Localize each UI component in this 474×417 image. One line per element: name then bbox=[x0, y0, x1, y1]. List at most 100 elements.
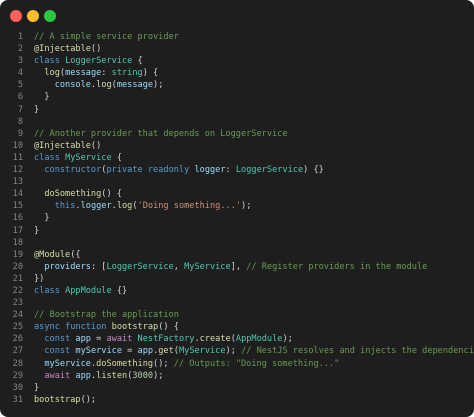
code-line: 14 doSomething() { bbox=[0, 188, 474, 200]
line-source: } bbox=[34, 225, 39, 237]
code-token: @Injectable bbox=[34, 44, 91, 55]
line-source: log(message: string) { bbox=[34, 67, 158, 79]
code-token: () bbox=[90, 140, 102, 151]
code-token: const bbox=[44, 346, 71, 357]
code-token: message bbox=[65, 68, 102, 79]
code-token: = bbox=[90, 334, 107, 345]
line-source: // Another provider that depends on Logg… bbox=[34, 128, 288, 140]
code-token: AppModule bbox=[235, 334, 283, 345]
code-token: ); bbox=[153, 370, 164, 381]
code-token: NestFactory bbox=[137, 334, 195, 345]
code-token: create bbox=[199, 334, 231, 345]
code-line: 15 this.logger.log('Doing something...')… bbox=[0, 200, 474, 212]
code-line: 17} bbox=[0, 225, 474, 237]
code-token: ) {} bbox=[303, 165, 324, 176]
code-line: 5 console.log(message); bbox=[0, 79, 474, 91]
code-line: 8 bbox=[0, 116, 474, 128]
minimize-window-button[interactable] bbox=[27, 10, 39, 22]
code-line: 23 bbox=[0, 297, 474, 309]
code-token: LoggerService bbox=[106, 261, 174, 272]
line-number: 6 bbox=[17, 92, 23, 103]
code-token: bootstrap bbox=[34, 394, 81, 405]
code-line: 26 const app = await NestFactory.create(… bbox=[0, 333, 474, 345]
line-number: 18 bbox=[12, 237, 23, 248]
line-number: 8 bbox=[17, 116, 23, 127]
code-token: } bbox=[34, 104, 40, 115]
code-window: 1 // A simple service provider 2 @Injectabl… bbox=[0, 0, 474, 417]
code-token: app bbox=[75, 370, 91, 381]
code-token: (); bbox=[153, 358, 174, 369]
code-token: log bbox=[116, 201, 133, 212]
code-token: log bbox=[44, 68, 60, 79]
line-number: 11 bbox=[12, 152, 23, 163]
code-token: : [ bbox=[90, 261, 107, 272]
code-token: ); bbox=[153, 80, 164, 91]
line-number: 15 bbox=[12, 201, 23, 212]
code-editor[interactable]: 1 // A simple service provider 2 @Injectabl… bbox=[0, 31, 474, 406]
close-window-button[interactable] bbox=[10, 10, 22, 22]
window-titlebar bbox=[0, 0, 474, 30]
code-line: 31 bootstrap(); bbox=[0, 394, 474, 406]
code-line: 4 log(message: string) { bbox=[0, 67, 474, 79]
line-number: 2 bbox=[17, 44, 23, 55]
line-number: 7 bbox=[17, 104, 23, 115]
line-source: constructor(private readonly logger: Log… bbox=[34, 164, 324, 176]
line-number: 20 bbox=[12, 261, 23, 272]
code-token: // Register providers in the module bbox=[246, 261, 428, 272]
code-token: MyService bbox=[178, 346, 226, 357]
line-source: @Injectable() bbox=[34, 43, 101, 55]
line-source: class MyService { bbox=[34, 152, 122, 164]
code-token: app bbox=[75, 334, 91, 345]
line-source: bootstrap(); bbox=[34, 394, 96, 406]
code-token: LoggerService bbox=[65, 56, 133, 67]
line-number: 30 bbox=[12, 382, 23, 393]
line-number: 29 bbox=[12, 370, 23, 381]
line-number: 1 bbox=[17, 32, 23, 42]
code-token: @Injectable bbox=[34, 140, 91, 151]
line-source: class AppModule {} bbox=[34, 285, 127, 297]
code-token: { bbox=[132, 56, 143, 67]
code-token: ); bbox=[241, 201, 252, 212]
code-line: 13 bbox=[0, 176, 474, 188]
code-line: 16 } bbox=[0, 212, 474, 224]
code-token: private bbox=[106, 165, 143, 176]
line-number: 31 bbox=[12, 394, 23, 405]
code-token: logger bbox=[194, 165, 226, 176]
line-number: 23 bbox=[12, 298, 23, 309]
code-token: console bbox=[54, 80, 91, 91]
line-source: this.logger.log('Doing something...'); bbox=[34, 200, 252, 212]
code-token: app bbox=[137, 346, 154, 357]
code-token: logger bbox=[80, 201, 112, 212]
code-token: MyService bbox=[184, 261, 231, 272]
code-token: @Module bbox=[34, 249, 71, 260]
code-line: 10 @Injectable() bbox=[0, 140, 474, 152]
line-source: console.log(message); bbox=[34, 79, 164, 91]
maximize-window-button[interactable] bbox=[44, 10, 56, 22]
code-token: string bbox=[111, 68, 143, 79]
code-line: 25 async function bootstrap() { bbox=[0, 321, 474, 333]
code-token: 'Doing something...' bbox=[137, 201, 242, 212]
line-source: @Module({ bbox=[34, 249, 81, 261]
line-number: 12 bbox=[12, 165, 23, 176]
code-token: await bbox=[44, 370, 71, 381]
line-source: const app = await NestFactory.create(App… bbox=[34, 333, 292, 345]
line-number: 26 bbox=[12, 334, 23, 345]
code-token: // A simple service provider bbox=[34, 32, 179, 42]
code-token: (); bbox=[80, 394, 97, 405]
code-token: // NestJS resolves and injects the depen… bbox=[241, 346, 474, 357]
code-token: ], bbox=[230, 261, 247, 272]
code-token: () { bbox=[101, 189, 122, 200]
line-number: 21 bbox=[12, 273, 23, 284]
line-number: 5 bbox=[17, 80, 23, 91]
line-number: 25 bbox=[12, 322, 23, 333]
code-token: message bbox=[116, 80, 154, 91]
code-line: 2 @Injectable() bbox=[0, 43, 474, 55]
code-line: 28 myService.doSomething(); // Outputs: … bbox=[0, 358, 474, 370]
line-number: 24 bbox=[12, 310, 23, 321]
code-token: constructor bbox=[44, 165, 102, 176]
